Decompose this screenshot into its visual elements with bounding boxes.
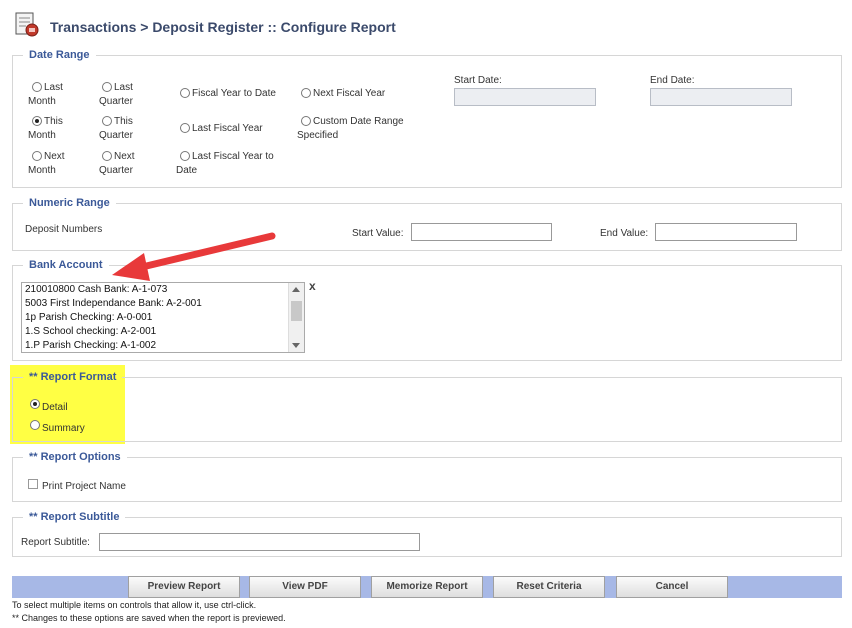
radio-fiscal-year-to-date[interactable]: Fiscal Year to Date <box>180 88 276 100</box>
radio-this-quarter-label-2: Quarter <box>99 130 133 141</box>
radio-button[interactable] <box>301 116 311 126</box>
radio-next-quarter-label-2: Quarter <box>99 165 133 176</box>
report-format-section: ** Report Format <box>12 371 842 442</box>
radio-button[interactable] <box>180 151 190 161</box>
list-item[interactable]: 1.P Parish Checking: A-1-002 <box>22 339 304 352</box>
bank-account-legend: Bank Account <box>29 259 103 271</box>
date-range-legend: Date Range <box>29 49 90 61</box>
report-subtitle-legend: ** Report Subtitle <box>29 511 120 523</box>
report-icon <box>14 12 40 38</box>
radio-next-fiscal-year[interactable]: Next Fiscal Year <box>301 88 385 100</box>
radio-last-month[interactable]: Last <box>32 82 63 94</box>
report-format-legend: ** Report Format <box>29 371 117 383</box>
scroll-down-icon[interactable] <box>292 343 300 348</box>
radio-summary[interactable]: Summary <box>30 420 85 435</box>
preview-report-button[interactable]: Preview Report <box>128 576 240 598</box>
deposit-numbers-label: Deposit Numbers <box>25 224 103 235</box>
listbox-scrollbar[interactable] <box>288 283 304 352</box>
radio-button[interactable] <box>102 151 112 161</box>
page-title: Transactions > Deposit Register :: Confi… <box>50 19 396 35</box>
radio-last-month-label-2: Month <box>28 96 56 107</box>
reset-criteria-button[interactable]: Reset Criteria <box>493 576 605 598</box>
radio-detail[interactable]: Detail <box>30 399 68 414</box>
view-pdf-button[interactable]: View PDF <box>249 576 361 598</box>
list-item[interactable]: 5003 First Independance Bank: A-2-001 <box>22 297 304 311</box>
multi-select-note: To select multiple items on controls tha… <box>12 600 257 610</box>
end-value-label: End Value: <box>600 228 649 239</box>
radio-last-fiscal-year-to-date[interactable]: Last Fiscal Year to <box>180 151 274 163</box>
radio-this-month[interactable]: This <box>32 116 63 128</box>
report-subtitle-label: Report Subtitle: <box>21 537 90 548</box>
radio-button[interactable] <box>301 88 311 98</box>
start-date-label: Start Date: <box>454 75 502 86</box>
clear-selection-icon[interactable]: x <box>309 279 316 293</box>
radio-button[interactable] <box>102 82 112 92</box>
list-item[interactable]: 1p Parish Checking: A-0-001 <box>22 311 304 325</box>
radio-button-selected[interactable] <box>30 399 40 409</box>
radio-last-quarter[interactable]: Last <box>102 82 133 94</box>
cancel-button[interactable]: Cancel <box>616 576 728 598</box>
print-project-name-label: Print Project Name <box>42 481 126 492</box>
scroll-up-icon[interactable] <box>292 287 300 292</box>
radio-button-selected[interactable] <box>32 116 42 126</box>
radio-button[interactable] <box>32 151 42 161</box>
list-item[interactable]: 1.S School checking: A-2-001 <box>22 325 304 339</box>
radio-button[interactable] <box>180 123 190 133</box>
bank-account-listbox[interactable]: 210010800 Cash Bank: A-1-073 5003 First … <box>21 282 305 353</box>
radio-next-quarter[interactable]: Next <box>102 151 135 163</box>
radio-button[interactable] <box>180 88 190 98</box>
radio-last-fiscal-year[interactable]: Last Fiscal Year <box>180 123 263 135</box>
end-date-label: End Date: <box>650 75 695 86</box>
print-project-name-checkbox[interactable] <box>28 479 38 489</box>
radio-button[interactable] <box>102 116 112 126</box>
annotation-arrow-icon <box>112 232 276 281</box>
radio-next-month-label-2: Month <box>28 165 56 176</box>
radio-last-quarter-label-2: Quarter <box>99 96 133 107</box>
radio-this-quarter[interactable]: This <box>102 116 133 128</box>
end-date-field[interactable] <box>650 88 792 106</box>
report-options-legend: ** Report Options <box>29 451 121 463</box>
radio-last-fiscal-year-to-date-label-2: Date <box>176 165 198 176</box>
radio-button[interactable] <box>32 82 42 92</box>
radio-button[interactable] <box>30 420 40 430</box>
saved-options-note: ** Changes to these options are saved wh… <box>12 613 286 623</box>
list-item[interactable]: 210010800 Cash Bank: A-1-073 <box>22 283 304 297</box>
radio-this-month-label-2: Month <box>28 130 56 141</box>
start-value-input[interactable] <box>411 223 552 241</box>
start-date-field[interactable] <box>454 88 596 106</box>
numeric-range-legend: Numeric Range <box>29 197 110 209</box>
action-button-bar: Preview Report View PDF Memorize Report … <box>12 576 842 598</box>
end-value-input[interactable] <box>655 223 797 241</box>
start-value-label: Start Value: <box>352 228 404 239</box>
radio-custom-date-range-label-2: Specified <box>297 130 339 141</box>
report-options-section: ** Report Options <box>12 451 842 502</box>
memorize-report-button[interactable]: Memorize Report <box>371 576 483 598</box>
radio-custom-date-range[interactable]: Custom Date Range <box>301 116 404 128</box>
report-subtitle-input[interactable] <box>99 533 420 551</box>
scrollbar-thumb[interactable] <box>291 301 302 321</box>
date-range-section: Date Range <box>12 49 842 188</box>
radio-next-month[interactable]: Next <box>32 151 65 163</box>
